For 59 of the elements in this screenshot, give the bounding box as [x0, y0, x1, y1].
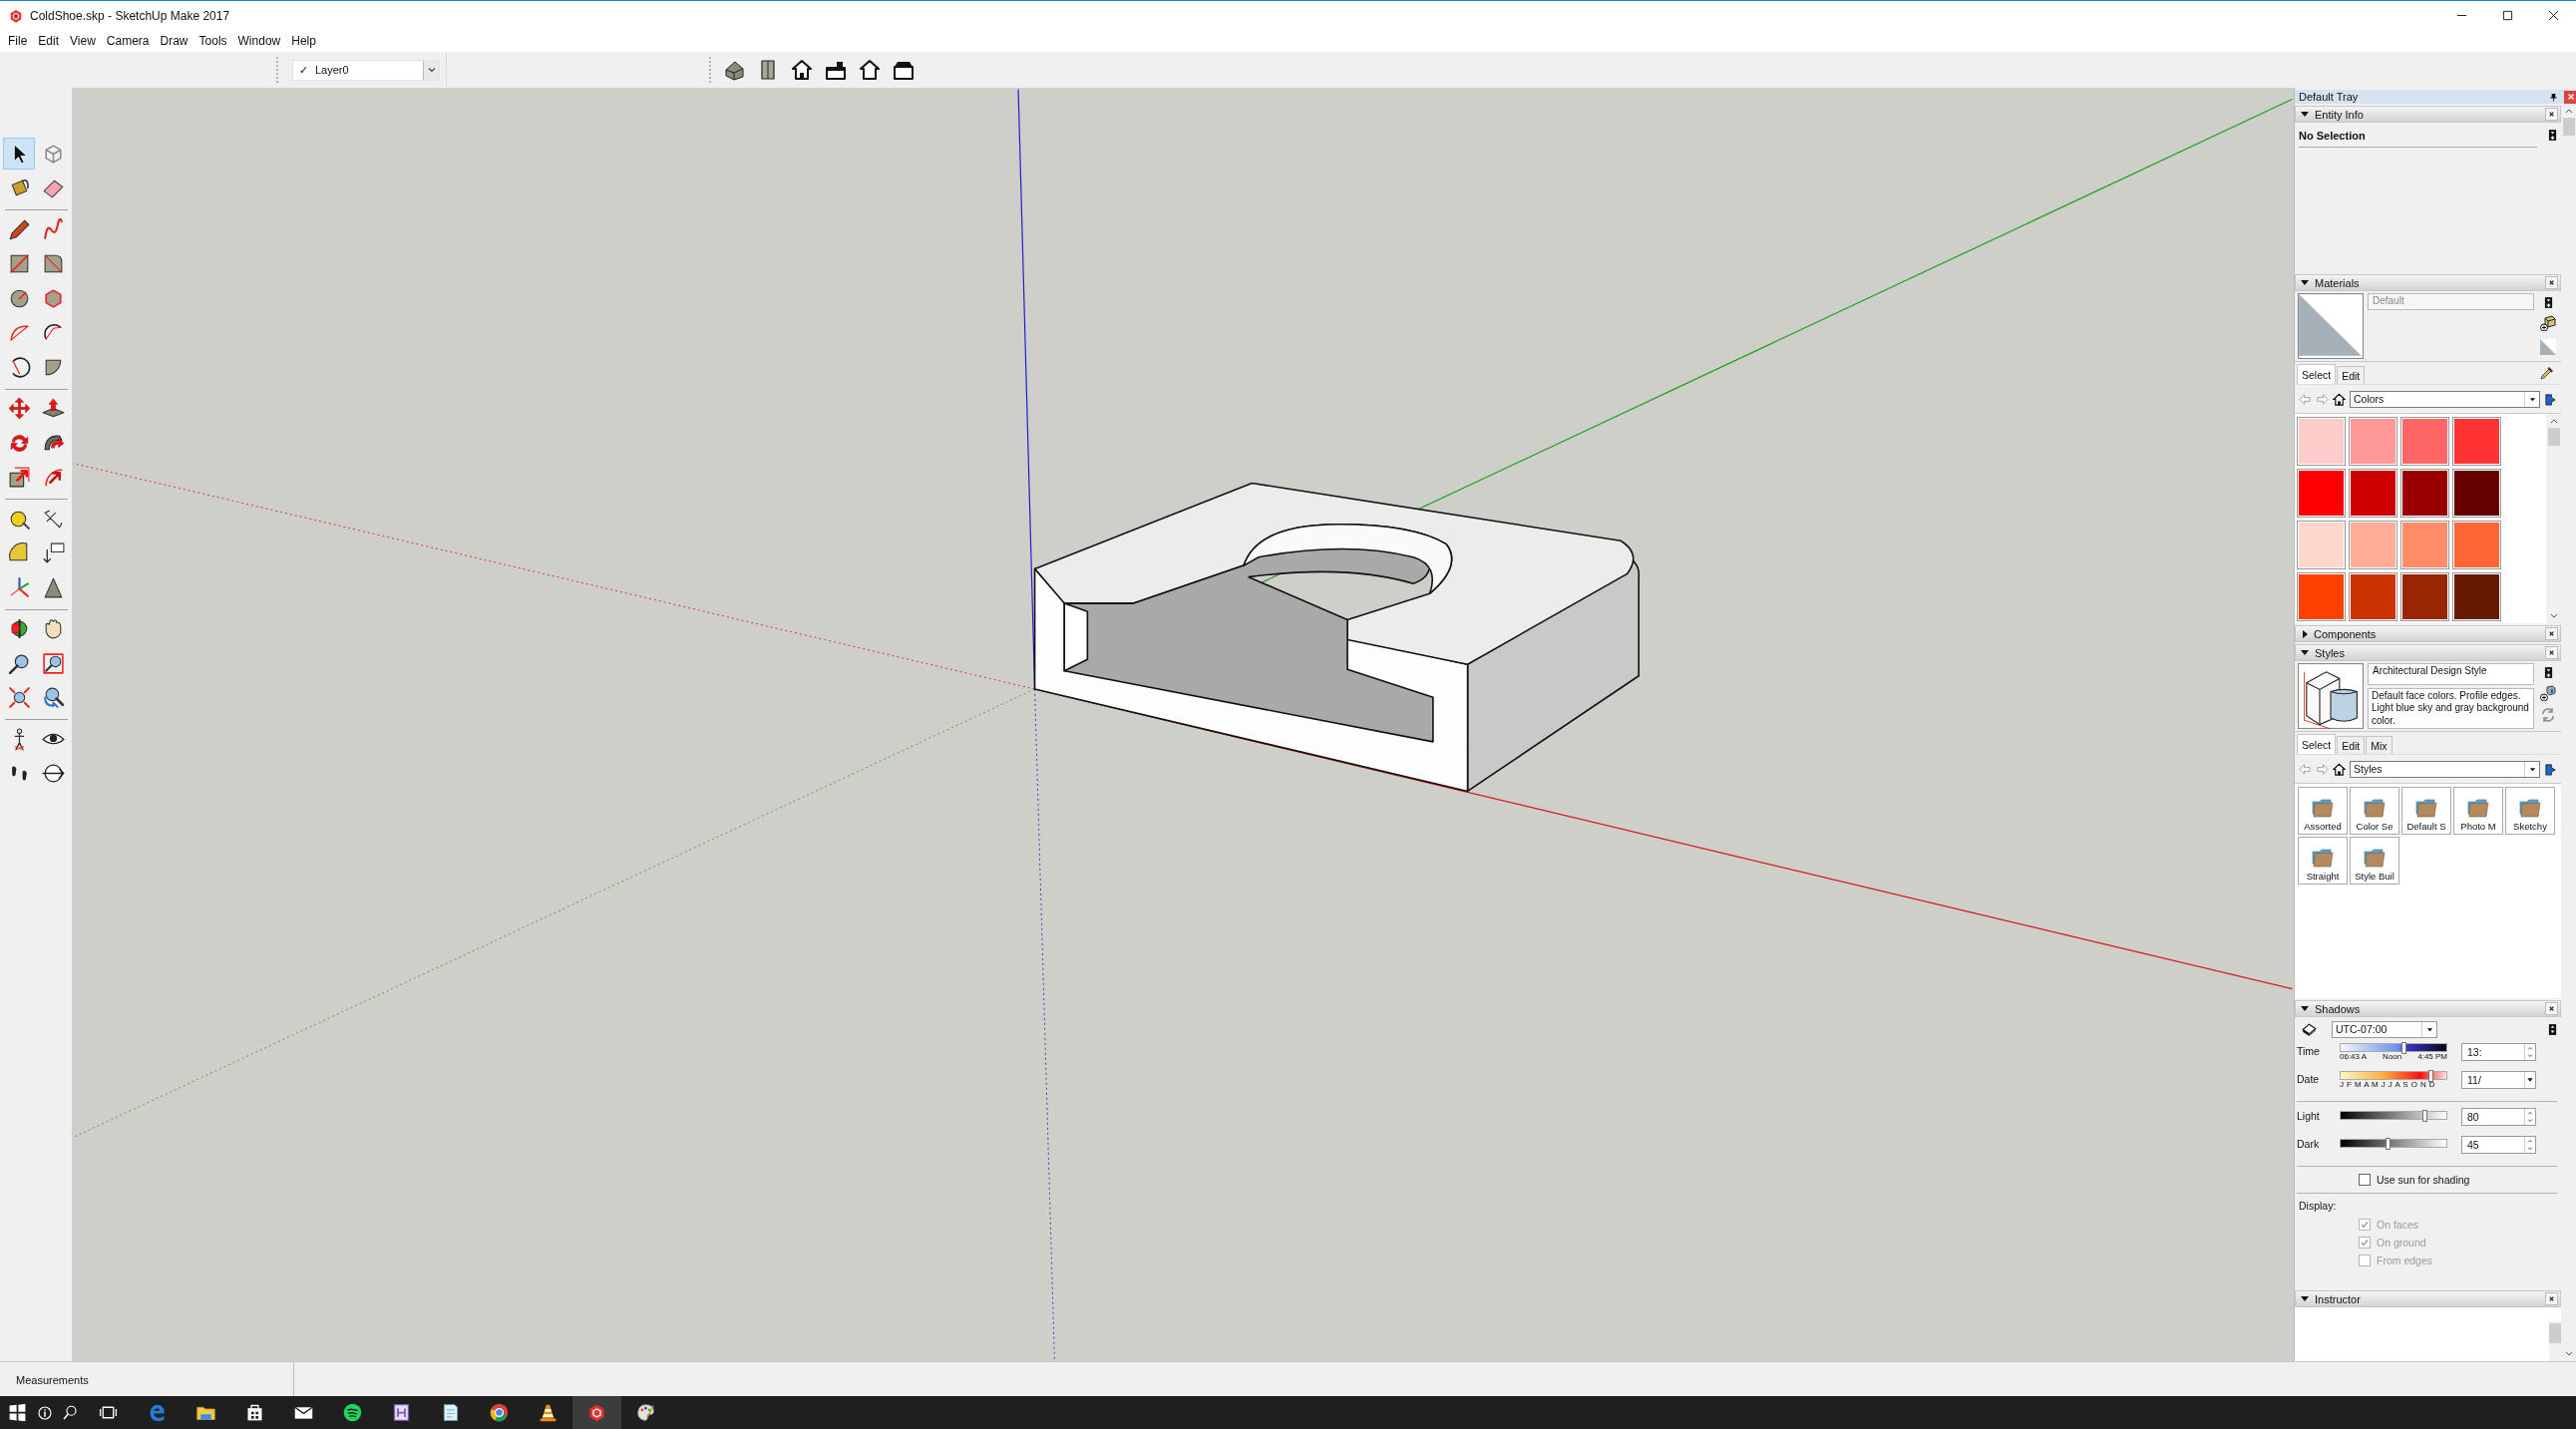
- field-label: Date: [2297, 1072, 2321, 1085]
- panel-title: Shadows: [2315, 1002, 2362, 1015]
- panel-header[interactable]: Instructor: [2295, 1290, 2561, 1307]
- style-folder[interactable]: Photo M: [2453, 787, 2503, 835]
- time-field[interactable]: 13:: [2461, 1043, 2536, 1061]
- slider-tick-label: 06:43 A: [2340, 1052, 2368, 1061]
- style-folder[interactable]: Assorted: [2298, 787, 2348, 835]
- library-dropdown[interactable]: Colors: [2350, 390, 2540, 408]
- tray-title: Default Tray: [2299, 91, 2359, 103]
- menu-item[interactable]: Edit: [32, 34, 65, 48]
- menu-item[interactable]: View: [64, 34, 101, 48]
- panel-title: Components: [2314, 627, 2378, 640]
- menu-item[interactable]: File: [2, 34, 33, 48]
- timezone-dropdown[interactable]: UTC-07:00: [2332, 1020, 2437, 1038]
- field-label: Dark: [2297, 1137, 2321, 1150]
- checkbox-label: On faces: [2377, 1219, 2419, 1231]
- checkbox-label: From edges: [2377, 1254, 2433, 1266]
- tab[interactable]: Select: [2297, 364, 2337, 384]
- menu-item[interactable]: Tools: [192, 34, 232, 48]
- slider-tick-label: 4:45 PM: [2417, 1052, 2447, 1061]
- panel-header[interactable]: Styles: [2295, 644, 2561, 661]
- layer-dropdown[interactable]: ✓ Layer0: [292, 59, 440, 81]
- menu-item[interactable]: Draw: [154, 34, 193, 48]
- panel-header[interactable]: Components: [2295, 625, 2561, 642]
- tab[interactable]: Select: [2297, 734, 2337, 754]
- panel-header[interactable]: Shadows: [2295, 1000, 2561, 1017]
- slider-tick-label: Noon: [2383, 1052, 2402, 1061]
- style-name-field[interactable]: Architectural Design Style: [2368, 663, 2534, 685]
- panel-title: Materials: [2315, 276, 2361, 289]
- style-folder[interactable]: Color Se: [2350, 787, 2399, 835]
- style-folder[interactable]: Straight: [2298, 837, 2348, 885]
- field-label: Time: [2297, 1044, 2321, 1057]
- slider-tick-label: J F M A M J J A S O N D: [2340, 1080, 2436, 1089]
- section-label: Display:: [2298, 1199, 2338, 1214]
- library-dropdown[interactable]: Styles: [2350, 760, 2540, 778]
- panel-title: Instructor: [2315, 1292, 2362, 1305]
- tab[interactable]: Mix: [2366, 736, 2392, 754]
- material-name-field[interactable]: Default: [2368, 293, 2534, 310]
- style-description-field[interactable]: Default face colors. Profile edges. Light blue sky and gray background color.: [2368, 687, 2534, 729]
- date-field[interactable]: 11/: [2461, 1071, 2536, 1089]
- menu-item[interactable]: Window: [231, 34, 286, 48]
- panel-header[interactable]: Entity Info: [2295, 106, 2561, 123]
- light-field[interactable]: 80: [2461, 1108, 2536, 1126]
- style-folder[interactable]: Sketchy: [2505, 787, 2555, 835]
- tab[interactable]: Edit: [2337, 736, 2366, 754]
- dark-field[interactable]: 45: [2461, 1136, 2536, 1154]
- style-folder[interactable]: Default S: [2401, 787, 2451, 835]
- panel-title: Styles: [2315, 646, 2346, 659]
- tab[interactable]: Edit: [2337, 366, 2366, 384]
- checkbox-label: On ground: [2377, 1237, 2426, 1249]
- field-label: Light: [2297, 1109, 2321, 1122]
- panel-header[interactable]: Materials: [2295, 274, 2561, 291]
- panel-title: Entity Info: [2315, 108, 2365, 121]
- selection-status: No Selection: [2299, 130, 2367, 142]
- style-folder[interactable]: Style Buil: [2350, 837, 2399, 885]
- menu-item[interactable]: Help: [285, 34, 321, 48]
- window-title: ColdShoe.skp - SketchUp Make 2017: [30, 8, 230, 23]
- menu-item[interactable]: Camera: [100, 34, 155, 48]
- checkbox-label: Use sun for shading: [2377, 1174, 2470, 1186]
